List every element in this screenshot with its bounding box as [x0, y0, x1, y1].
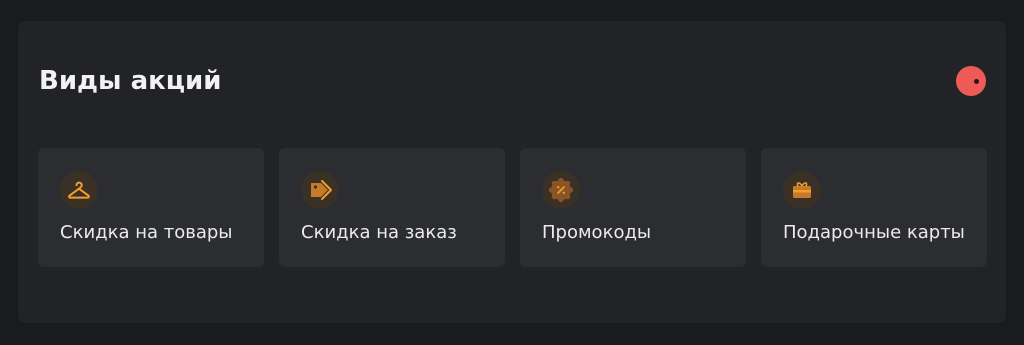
card-label: Подарочные карты [783, 222, 965, 243]
card-label: Скидка на заказ [301, 222, 457, 243]
close-icon [974, 79, 979, 84]
card-label: Скидка на товары [60, 222, 233, 243]
card-order-discount[interactable]: Скидка на заказ [279, 148, 505, 267]
hanger-icon [60, 171, 98, 209]
card-product-discount[interactable]: Скидка на товары [38, 148, 264, 267]
price-tag-icon [301, 171, 339, 209]
promo-badge-icon [542, 171, 580, 209]
page-title: Виды акций [39, 66, 222, 96]
gift-card-icon [783, 171, 821, 209]
card-label: Промокоды [542, 222, 652, 243]
card-gift-cards[interactable]: Подарочные карты [761, 148, 987, 267]
close-button[interactable] [956, 66, 986, 96]
promotion-types-panel: Виды акций Скидка на товары Скидка на за… [18, 21, 1006, 323]
promotion-type-list: Скидка на товары Скидка на заказ Промоко… [38, 148, 987, 267]
card-promo-codes[interactable]: Промокоды [520, 148, 746, 267]
